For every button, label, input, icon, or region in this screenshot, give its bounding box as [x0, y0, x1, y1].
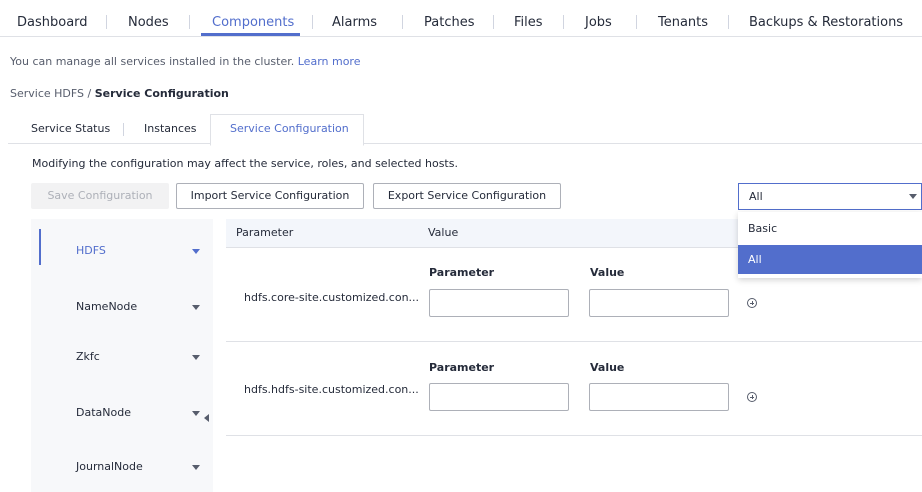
column-header-parameter: Parameter	[236, 226, 294, 239]
save-configuration-button[interactable]: Save Configuration	[31, 183, 169, 209]
info-message: You can manage all services installed in…	[10, 55, 295, 68]
nav-separator	[106, 15, 107, 29]
value-input[interactable]	[589, 383, 729, 411]
row-divider	[226, 435, 922, 436]
export-service-configuration-button[interactable]: Export Service Configuration	[373, 183, 561, 209]
nav-separator	[728, 15, 729, 29]
role-tree	[31, 219, 213, 492]
subtabs-divider	[8, 143, 922, 144]
value-input[interactable]	[589, 289, 729, 317]
nav-separator	[563, 15, 564, 29]
nav-tab-jobs[interactable]: Jobs	[585, 0, 612, 36]
tree-item-hdfs[interactable]: HDFS	[76, 244, 106, 257]
tree-item-zkfc[interactable]: Zkfc	[76, 350, 100, 363]
filter-dropdown: Basic All	[738, 212, 922, 278]
nav-tab-tenants[interactable]: Tenants	[658, 0, 708, 36]
tree-item-journalnode[interactable]: JournalNode	[76, 460, 143, 473]
sub-header-parameter: Parameter	[429, 361, 495, 374]
top-nav: Dashboard Nodes Components Alarms Patche…	[0, 0, 922, 37]
add-circle-icon[interactable]	[747, 392, 757, 402]
filter-select[interactable]: All	[738, 183, 922, 210]
subtab-instances[interactable]: Instances	[144, 122, 197, 135]
nav-separator	[493, 15, 494, 29]
parameter-name: hdfs.core-site.customized.con...	[244, 291, 420, 304]
add-circle-icon[interactable]	[747, 298, 757, 308]
sub-header-parameter: Parameter	[429, 266, 495, 279]
nav-tab-backups-restorations[interactable]: Backups & Restorations	[749, 0, 903, 36]
sub-header-value: Value	[590, 361, 625, 374]
subtab-service-status[interactable]: Service Status	[31, 122, 110, 135]
breadcrumb: Service HDFS / Service Configuration	[10, 87, 229, 100]
chevron-down-icon[interactable]	[192, 355, 200, 360]
subtab-service-configuration[interactable]: Service Configuration	[230, 122, 349, 135]
sub-header-value: Value	[590, 266, 625, 279]
learn-more-link[interactable]: Learn more	[298, 55, 361, 68]
parameter-input[interactable]	[429, 383, 569, 411]
nav-separator	[636, 15, 637, 29]
nav-tab-nodes[interactable]: Nodes	[128, 0, 169, 36]
nav-tab-dashboard[interactable]: Dashboard	[17, 0, 88, 36]
breadcrumb-current: Service Configuration	[94, 87, 229, 100]
active-tab-indicator	[201, 33, 300, 36]
chevron-down-icon[interactable]	[192, 411, 200, 416]
nav-tab-components[interactable]: Components	[212, 0, 294, 36]
filter-selected-value: All	[749, 190, 763, 203]
chevron-down-icon[interactable]	[192, 305, 200, 310]
subtab-separator	[123, 123, 124, 136]
configuration-warning: Modifying the configuration may affect t…	[32, 157, 458, 170]
chevron-down-icon[interactable]	[192, 465, 200, 470]
breadcrumb-separator: /	[87, 87, 92, 100]
nav-tab-patches[interactable]: Patches	[424, 0, 474, 36]
nav-separator	[189, 15, 190, 29]
filter-option-all[interactable]: All	[738, 245, 922, 274]
nav-tab-alarms[interactable]: Alarms	[332, 0, 377, 36]
nav-tab-files[interactable]: Files	[514, 0, 543, 36]
row-divider	[226, 341, 922, 342]
info-text: You can manage all services installed in…	[10, 55, 360, 68]
collapse-panel-icon[interactable]	[204, 414, 209, 422]
chevron-down-icon[interactable]	[192, 249, 200, 254]
parameter-input[interactable]	[429, 289, 569, 317]
breadcrumb-parent[interactable]: Service HDFS	[10, 87, 84, 100]
nav-separator	[312, 15, 313, 29]
chevron-down-icon	[909, 194, 917, 199]
column-header-value: Value	[428, 226, 459, 239]
import-service-configuration-button[interactable]: Import Service Configuration	[176, 183, 364, 209]
parameter-name: hdfs.hdfs-site.customized.con...	[244, 383, 419, 396]
filter-option-basic[interactable]: Basic	[738, 214, 922, 243]
tree-item-datanode[interactable]: DataNode	[76, 406, 131, 419]
tree-item-namenode[interactable]: NameNode	[76, 300, 137, 313]
tree-active-indicator	[39, 229, 41, 265]
nav-separator	[402, 15, 403, 29]
